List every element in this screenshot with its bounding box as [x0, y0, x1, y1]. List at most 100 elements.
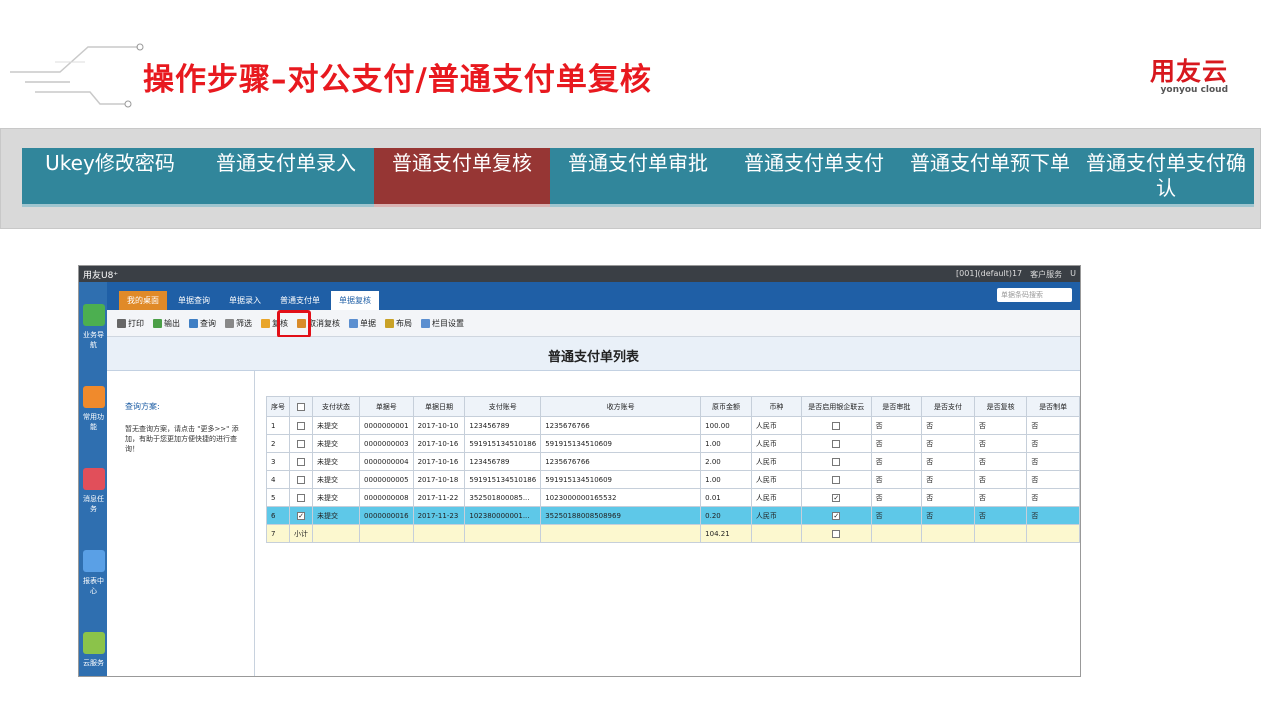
- nav-reports[interactable]: 报表中心: [81, 550, 106, 596]
- leaf-icon: [82, 632, 105, 654]
- table-cell: 123456789: [464, 416, 542, 435]
- table-cell: 未提交: [311, 434, 361, 453]
- row-checkbox[interactable]: [297, 421, 305, 430]
- row-checkbox[interactable]: [832, 421, 841, 430]
- user-menu[interactable]: U: [1070, 269, 1076, 280]
- table-cell: 未提交: [311, 416, 361, 435]
- layout-button[interactable]: 布局: [385, 318, 412, 329]
- table-cell: 未提交: [311, 470, 361, 489]
- table-cell: 0000000001: [359, 416, 414, 435]
- nav-business[interactable]: 业务导航: [81, 304, 106, 350]
- mail-icon: [82, 468, 105, 490]
- step-confirm: 普通支付单支付确认: [1078, 148, 1254, 207]
- table-cell: 2017-10-18: [412, 470, 466, 489]
- table-cell: [801, 470, 872, 489]
- list-header: 普通支付单列表: [107, 337, 1080, 371]
- table-cell: 否: [1026, 452, 1080, 471]
- row-checkbox[interactable]: [297, 439, 305, 448]
- table-cell: 人民币: [750, 434, 803, 453]
- table-cell: 未提交: [311, 452, 361, 471]
- column-header[interactable]: 原币金额: [700, 396, 752, 417]
- tab-bar: 我的桌面 单据查询 单据录入 普通支付单 单据复核 单据条码搜索: [107, 282, 1080, 310]
- table-row[interactable]: 3 未提交 0000000004 2017-10-16 123456789 1235676…: [266, 452, 1080, 471]
- column-header[interactable]: 是否启用银企联云: [801, 396, 872, 417]
- nav-messages[interactable]: 消息任务: [81, 468, 106, 514]
- row-checkbox[interactable]: ✓: [832, 511, 841, 520]
- table-cell: 1: [266, 416, 290, 435]
- table-cell: [750, 524, 803, 543]
- tab-desktop[interactable]: 我的桌面: [119, 291, 167, 310]
- table-cell: [289, 416, 313, 435]
- service-menu[interactable]: 客户服务: [1030, 269, 1062, 280]
- table-cell: [921, 524, 975, 543]
- column-header[interactable]: 是否复核: [973, 396, 1028, 417]
- row-checkbox[interactable]: ✓: [297, 511, 305, 520]
- table-cell: 人民币: [750, 506, 803, 525]
- tab-query[interactable]: 单据查询: [170, 291, 218, 310]
- table-cell: 否: [870, 434, 923, 453]
- search-input[interactable]: 单据条码搜索: [997, 288, 1072, 302]
- step-review: 普通支付单复核: [374, 148, 550, 207]
- export-icon: [153, 318, 162, 328]
- table-cell: 否: [973, 434, 1028, 453]
- row-checkbox[interactable]: [297, 457, 305, 466]
- column-header[interactable]: 币种: [750, 396, 803, 417]
- column-header[interactable]: 单据日期: [412, 396, 466, 417]
- columns-icon: [421, 318, 430, 328]
- column-header[interactable]: [289, 396, 313, 417]
- column-header[interactable]: 收方账号: [540, 396, 702, 417]
- highlight-review-box: [277, 310, 311, 338]
- table-cell: 否: [1026, 488, 1080, 507]
- tab-review[interactable]: 单据复核: [331, 291, 379, 310]
- table-row[interactable]: 6 ✓ 未提交 0000000016 2017-11-23 102380000001...…: [266, 506, 1080, 525]
- table-cell: 否: [921, 452, 975, 471]
- export-button[interactable]: 输出: [153, 318, 180, 329]
- table-cell: 1235676766: [540, 416, 702, 435]
- query-button[interactable]: 查询: [189, 318, 216, 329]
- document-button[interactable]: 单据: [349, 318, 376, 329]
- row-checkbox[interactable]: [297, 493, 305, 502]
- row-checkbox[interactable]: [832, 475, 841, 484]
- row-checkbox[interactable]: [297, 475, 305, 484]
- table-cell: 2017-11-22: [412, 488, 466, 507]
- table-cell: [801, 434, 872, 453]
- column-header[interactable]: 支付状态: [311, 396, 361, 417]
- query-panel: 查询方案: 暂无查询方案，请点击 "更多>>" 添加，有助于您更加方便快捷的进行…: [107, 371, 255, 676]
- column-header[interactable]: 单据号: [359, 396, 414, 417]
- column-header[interactable]: 是否制单: [1026, 396, 1080, 417]
- row-checkbox[interactable]: [832, 529, 841, 538]
- column-header[interactable]: 序号: [266, 396, 290, 417]
- table-cell: [289, 488, 313, 507]
- table-cell: 人民币: [750, 452, 803, 471]
- table-cell: 2017-10-16: [412, 434, 466, 453]
- table-cell: 否: [921, 416, 975, 435]
- table-cell: [311, 524, 361, 543]
- table-cell: ✓: [801, 506, 872, 525]
- table-cell: 104.21: [700, 524, 752, 543]
- tab-payment[interactable]: 普通支付单: [272, 291, 328, 310]
- table-cell: [289, 452, 313, 471]
- table-row[interactable]: 4 未提交 0000000005 2017-10-18 591915134510186 5…: [266, 470, 1080, 489]
- payment-table: 序号 支付状态 单据号 单据日期 支付账号 收方账号 原币金额 币种 是否启用银企联云 是否审批是…: [266, 396, 1080, 543]
- table-cell: 2017-10-16: [412, 452, 466, 471]
- filter-button[interactable]: 筛选: [225, 318, 252, 329]
- table-cell: 否: [1026, 470, 1080, 489]
- tab-entry[interactable]: 单据录入: [221, 291, 269, 310]
- row-checkbox[interactable]: [832, 439, 841, 448]
- nav-cloud[interactable]: 云服务: [81, 632, 106, 668]
- table-cell: 0000000003: [359, 434, 414, 453]
- table-cell: 1.00: [700, 434, 752, 453]
- column-header[interactable]: 是否支付: [921, 396, 975, 417]
- print-button[interactable]: 打印: [117, 318, 144, 329]
- table-row[interactable]: 5 未提交 0000000008 2017-11-22 352501800085... 1…: [266, 488, 1080, 507]
- column-header[interactable]: 支付账号: [464, 396, 542, 417]
- row-checkbox[interactable]: [832, 457, 841, 466]
- table-row[interactable]: 1 未提交 0000000001 2017-10-10 123456789 1235676…: [266, 416, 1080, 435]
- logo-cn: 用友云: [1150, 57, 1229, 86]
- table-row[interactable]: 2 未提交 0000000003 2017-10-16 591915134510186 5…: [266, 434, 1080, 453]
- row-checkbox[interactable]: ✓: [832, 493, 841, 502]
- column-header[interactable]: 是否审批: [870, 396, 923, 417]
- select-all-checkbox[interactable]: [297, 402, 305, 411]
- nav-common[interactable]: 常用功能: [81, 386, 106, 432]
- column-settings-button[interactable]: 栏目设置: [421, 318, 464, 329]
